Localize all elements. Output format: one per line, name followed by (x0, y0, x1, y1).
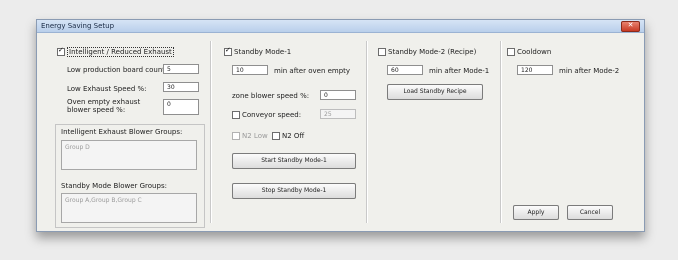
start-standby-1-button[interactable]: Start Standby Mode-1 (232, 153, 356, 169)
intelligent-exhaust-checkbox[interactable] (57, 46, 65, 56)
conveyor-speed-field[interactable]: 25 (320, 109, 356, 119)
low-exhaust-field[interactable]: 30 (163, 82, 199, 92)
intelligent-exhaust-label: Intelligent / Reduced Exhaust (67, 47, 174, 57)
cooldown-checkbox[interactable] (507, 48, 515, 56)
cancel-button[interactable]: Cancel (567, 205, 613, 220)
standby-mode-1-label: Standby Mode-1 (234, 48, 292, 56)
column-divider-2 (366, 41, 368, 223)
column-divider-1 (210, 41, 212, 223)
load-standby-recipe-button[interactable]: Load Standby Recipe (387, 84, 483, 100)
n2-off-label: N2 Off (282, 132, 305, 140)
title-bar: Energy Saving Setup ✕ (37, 20, 644, 33)
low-exhaust-label: Low Exhaust Speed %: (67, 85, 147, 93)
standby-groups-label: Standby Mode Blower Groups: (61, 182, 167, 190)
standby-groups-list[interactable]: Group A,Group B,Group C (61, 193, 197, 223)
cooldown-label: Cooldown (517, 48, 552, 56)
dialog-body: Intelligent / Reduced Exhaust Low produc… (37, 33, 644, 231)
standby-1-minutes-field[interactable]: 10 (232, 65, 268, 75)
cooldown-minutes-field[interactable]: 120 (517, 65, 553, 75)
exhaust-groups-list[interactable]: Group D (61, 140, 197, 170)
standby-1-minutes-suffix: min after oven empty (274, 67, 351, 75)
standby-mode-1-checkbox[interactable] (224, 46, 232, 56)
apply-button[interactable]: Apply (513, 205, 559, 220)
standby-mode-2-label: Standby Mode-2 (Recipe) (388, 48, 477, 56)
stop-standby-1-button[interactable]: Stop Standby Mode-1 (232, 183, 356, 199)
zone-blower-label: zone blower speed %: (232, 92, 310, 100)
n2-off-checkbox[interactable] (272, 132, 280, 140)
standby-2-minutes-suffix: min after Mode-1 (429, 67, 490, 75)
window-title: Energy Saving Setup (41, 22, 115, 30)
close-button[interactable]: ✕ (621, 21, 640, 32)
zone-blower-field[interactable]: 0 (320, 90, 356, 100)
exhaust-groups-label: Intelligent Exhaust Blower Groups: (61, 128, 183, 136)
oven-empty-label-1: Oven empty exhaust (67, 98, 141, 106)
column-divider-3 (500, 41, 502, 223)
conveyor-speed-checkbox[interactable] (232, 111, 240, 119)
conveyor-speed-label: Conveyor speed: (242, 111, 302, 119)
standby-mode-2-checkbox[interactable] (378, 48, 386, 56)
energy-saving-dialog: Energy Saving Setup ✕ Intelligent / Redu… (36, 19, 645, 232)
n2-low-checkbox[interactable] (232, 132, 240, 140)
oven-empty-field[interactable]: 0 (163, 99, 199, 115)
oven-empty-label-2: blower speed %: (67, 106, 126, 114)
n2-low-label: N2 Low (242, 132, 268, 140)
close-icon: ✕ (627, 21, 634, 29)
cooldown-minutes-suffix: min after Mode-2 (559, 67, 620, 75)
low-production-field[interactable]: 5 (163, 64, 199, 74)
low-production-label: Low production board count: (67, 66, 168, 74)
standby-2-minutes-field[interactable]: 60 (387, 65, 423, 75)
